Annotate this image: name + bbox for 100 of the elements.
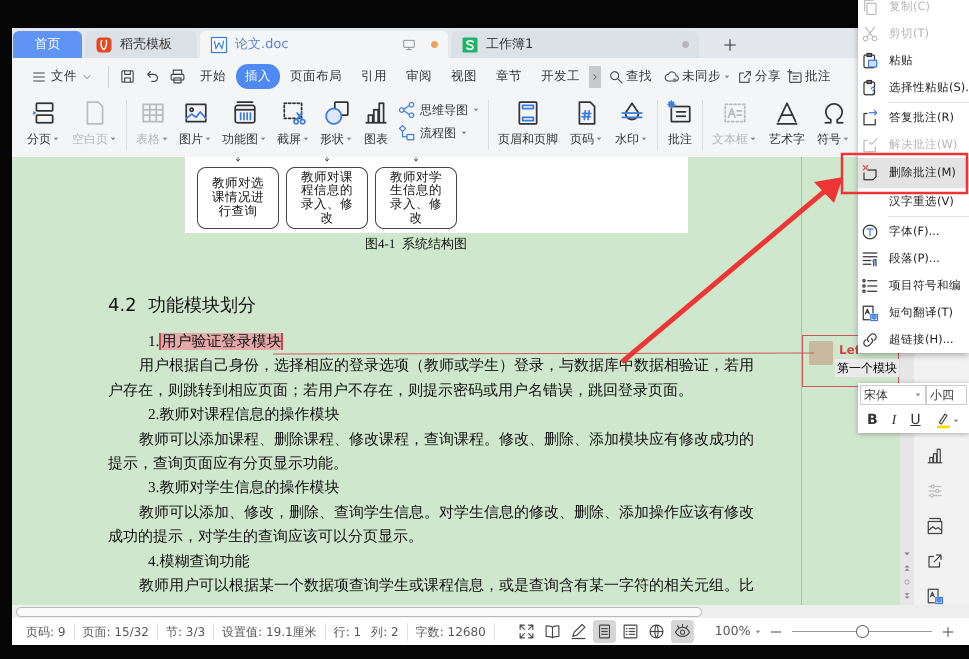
paragraph-icon bbox=[861, 250, 879, 268]
caret-icon bbox=[842, 135, 850, 143]
flowchart-icon bbox=[398, 124, 416, 142]
ribbon-button[interactable]: 功能图 bbox=[217, 100, 272, 148]
document-tab[interactable]: 论文.doc bbox=[200, 31, 448, 58]
caret-icon bbox=[754, 628, 762, 636]
image-frame-icon[interactable] bbox=[926, 517, 944, 535]
eye-icon bbox=[674, 623, 691, 640]
more-tabs-button[interactable] bbox=[589, 66, 601, 88]
status-field: 字数: 12680 bbox=[416, 622, 486, 640]
bar-chart-icon[interactable] bbox=[926, 447, 944, 465]
tab-status-dot bbox=[682, 41, 689, 48]
caret-icon bbox=[952, 416, 960, 424]
file-menu-button[interactable]: 文件 bbox=[22, 64, 102, 89]
zoom-in-icon[interactable] bbox=[941, 624, 956, 638]
mind-map-icon bbox=[398, 101, 416, 119]
spreadsheet-s-icon bbox=[461, 36, 479, 54]
monitor-icon[interactable] bbox=[402, 38, 416, 52]
caret-icon bbox=[52, 135, 60, 143]
menu-item[interactable]: 汉字重选(V) bbox=[858, 188, 969, 215]
font-icon bbox=[861, 222, 879, 240]
toolbar-action-button[interactable]: 未同步 bbox=[661, 64, 734, 89]
menu-item[interactable]: 项目符号和编 bbox=[858, 272, 969, 299]
toolbar-action-button[interactable]: 分享 bbox=[734, 64, 784, 89]
shapes-icon bbox=[324, 100, 350, 126]
share-icon[interactable] bbox=[926, 552, 944, 570]
striped-box-icon bbox=[232, 100, 258, 126]
ribbon-button[interactable]: 形状 bbox=[315, 100, 358, 148]
caret-icon bbox=[302, 135, 310, 143]
document-tab[interactable]: 稻壳模板 bbox=[85, 31, 197, 58]
scrollbar-thumb[interactable] bbox=[16, 606, 702, 616]
menu-item[interactable]: 粘贴 bbox=[858, 47, 969, 74]
page-down-icon[interactable] bbox=[902, 591, 912, 601]
ribbon-tab[interactable]: 章节 bbox=[487, 64, 531, 89]
ribbon-tab[interactable]: 页面布局 bbox=[281, 64, 351, 89]
menu-item[interactable]: 短句翻译(T) bbox=[858, 299, 969, 326]
caret-icon bbox=[472, 106, 480, 114]
globe-icon bbox=[648, 623, 665, 640]
caret-icon bbox=[640, 135, 648, 143]
document-tab[interactable]: 工作簿1 bbox=[451, 31, 699, 58]
list-heading: 2.教师对课程信息的操作模块 bbox=[147, 405, 340, 426]
ribbon-tab[interactable]: 开始 bbox=[191, 64, 235, 89]
ribbon-button[interactable]: 思维导图 bbox=[394, 101, 484, 119]
underline-button[interactable]: U bbox=[903, 408, 928, 433]
view-button[interactable] bbox=[592, 620, 616, 643]
font-size-select[interactable]: 小四 bbox=[926, 385, 967, 405]
translate-icon[interactable] bbox=[926, 587, 944, 605]
ribbon-button[interactable]: 艺术字 bbox=[764, 100, 810, 148]
ribbon-tab[interactable]: 审阅 bbox=[397, 64, 441, 89]
font-select[interactable]: 宋体 bbox=[860, 385, 926, 405]
document-w-icon bbox=[210, 36, 228, 54]
status-field: 行: 1 bbox=[334, 622, 362, 640]
status-field: 列: 2 bbox=[371, 622, 399, 640]
view-button[interactable] bbox=[670, 620, 694, 643]
highlighter-icon bbox=[934, 412, 952, 429]
save-icon[interactable] bbox=[119, 68, 136, 85]
ribbon-tab[interactable]: 视图 bbox=[442, 64, 486, 89]
caret-icon bbox=[914, 391, 922, 399]
status-field: 设置值: 19.1厘米 bbox=[222, 622, 317, 640]
expand-icon bbox=[518, 623, 535, 640]
flame-logo-icon bbox=[95, 36, 113, 54]
menu-item[interactable]: 段落(P)... bbox=[858, 245, 969, 272]
ribbon-button[interactable]: 页眉和页脚 bbox=[493, 100, 563, 148]
caret-icon bbox=[595, 135, 603, 143]
ribbon-button[interactable]: 分页 bbox=[22, 100, 65, 148]
italic-button[interactable]: I bbox=[884, 408, 904, 433]
list-heading: 3.教师对学生信息的操作模块 bbox=[147, 478, 340, 498]
ribbon-button[interactable]: 符号 bbox=[812, 100, 855, 148]
bold-button[interactable]: B bbox=[860, 408, 885, 433]
plus-icon bbox=[722, 36, 738, 52]
zoom-dropdown[interactable]: 100% bbox=[710, 622, 766, 641]
outline-view-icon bbox=[622, 623, 639, 640]
page-up-icon[interactable] bbox=[902, 563, 912, 573]
ribbon-button[interactable]: 批注 bbox=[662, 100, 698, 148]
print-icon[interactable] bbox=[169, 68, 186, 85]
zoom-slider-thumb[interactable] bbox=[856, 625, 870, 638]
share-icon bbox=[737, 68, 753, 84]
caret-icon bbox=[460, 129, 468, 137]
menu-item[interactable]: 删除批注(M) bbox=[858, 158, 969, 188]
ribbon-button[interactable]: 截屏 bbox=[272, 100, 315, 148]
toolbar-action-button[interactable]: 查找 bbox=[605, 64, 655, 89]
toolbar-action-button[interactable]: 批注 bbox=[784, 64, 834, 89]
menu-item[interactable]: 字体(F)... bbox=[858, 218, 969, 245]
caret-icon bbox=[161, 135, 169, 143]
menu-item[interactable]: 答复批注(R) bbox=[858, 104, 969, 131]
ribbon-button[interactable]: 图表 bbox=[358, 100, 394, 148]
undo-icon[interactable] bbox=[144, 68, 161, 85]
ribbon-tab[interactable]: 引用 bbox=[352, 64, 396, 89]
ribbon-button[interactable]: 页码 bbox=[565, 100, 608, 148]
ribbon-button[interactable]: 水印 bbox=[610, 100, 653, 148]
menu-item[interactable]: 选择性粘贴(S). bbox=[858, 74, 969, 101]
ribbon-button[interactable]: 流程图 bbox=[394, 124, 484, 142]
bulleted-list-icon bbox=[861, 276, 879, 294]
resolve-comment-icon bbox=[861, 136, 879, 154]
ribbon-button[interactable]: 图片 bbox=[174, 100, 217, 148]
diagram-node: 教师对选课情况进行查询 bbox=[197, 167, 279, 229]
list-heading: 1.用户验证登录模块 bbox=[147, 332, 284, 352]
copy-icon bbox=[861, 0, 879, 16]
letter-a-icon bbox=[774, 100, 800, 126]
ribbon-tab[interactable]: 开发工 bbox=[532, 64, 589, 89]
